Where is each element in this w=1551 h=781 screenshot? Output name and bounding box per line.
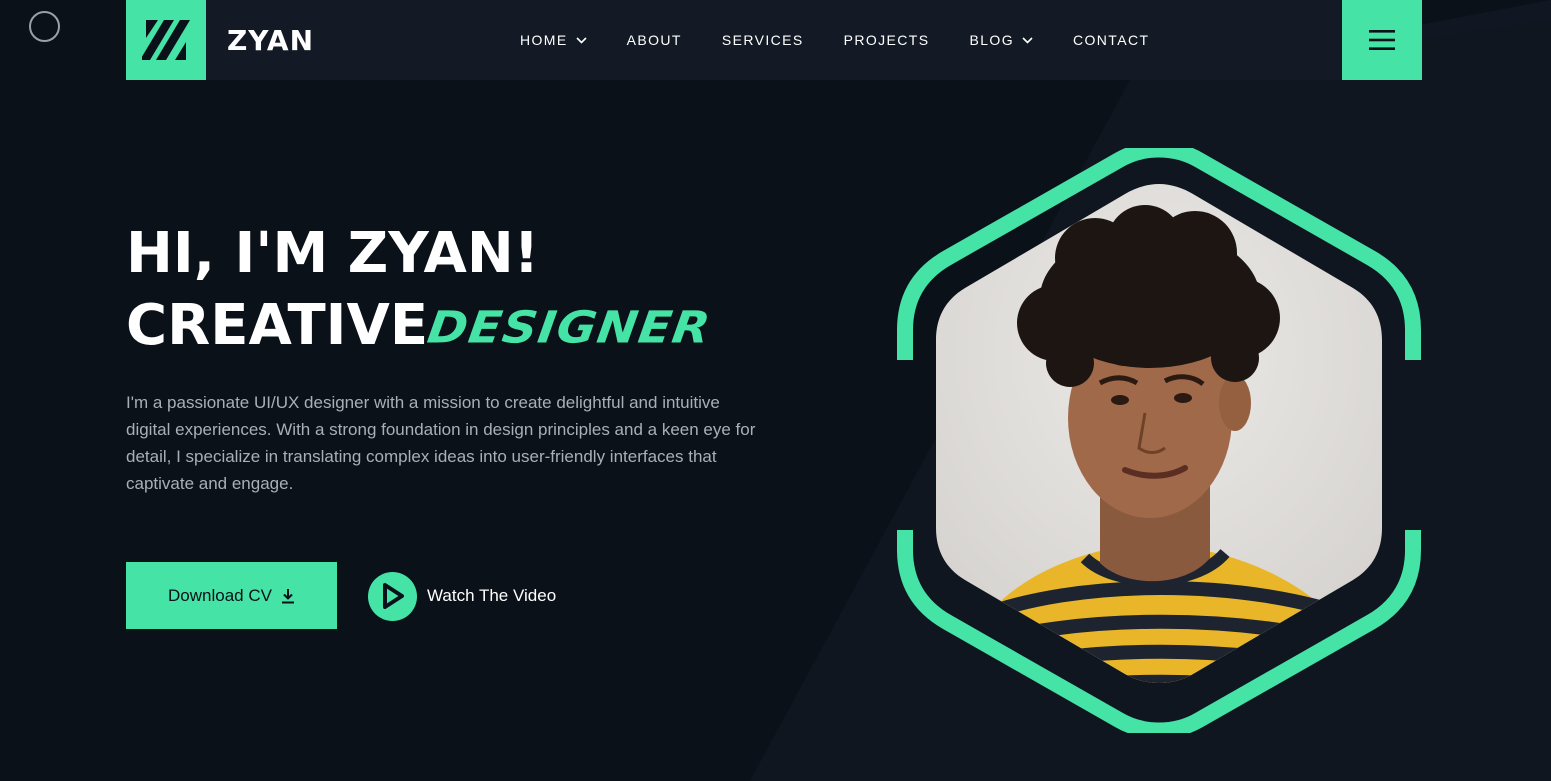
headline-line-1: HI, I'M ZYAN! [126, 221, 540, 286]
menu-button[interactable] [1342, 0, 1422, 80]
nav-item-label: PROJECTS [843, 32, 930, 48]
logo[interactable] [126, 0, 206, 80]
headline-line-2-plain: CREATIVE [126, 293, 429, 358]
nav-item-label: CONTACT [1073, 32, 1150, 48]
watch-video-label: Watch The Video [427, 586, 557, 605]
hero-headline: HI, I'M ZYAN! CREATIVEDESIGNER [126, 218, 714, 364]
play-button[interactable] [368, 571, 417, 621]
nav-item-label: ABOUT [626, 32, 682, 48]
hexagon-frame [897, 141, 1421, 739]
nav-item-blog[interactable]: BLOG [969, 32, 1033, 48]
cursor-ring [29, 11, 60, 42]
chevron-down-icon [576, 36, 587, 44]
nav-item-home[interactable]: HOME [520, 32, 587, 48]
nav-item-services[interactable]: SERVICES [722, 32, 804, 48]
chevron-down-icon [1022, 36, 1033, 44]
nav-item-about[interactable]: ABOUT [627, 32, 682, 48]
brand-name[interactable]: ZYAN [227, 24, 314, 57]
download-icon [281, 588, 295, 604]
hamburger-menu-icon [1369, 30, 1395, 50]
headline-accent-word: DESIGNER [424, 302, 715, 354]
slash-logo-icon [142, 20, 190, 60]
download-cv-label: Download CV [168, 585, 272, 605]
main-nav: HOME ABOUT SERVICES PROJECTS BLOG CONTAC… [520, 0, 1189, 80]
page: ZYAN HOME ABOUT SERVICES PROJECTS BLOG C… [0, 0, 1551, 781]
nav-item-label: HOME [520, 32, 568, 48]
nav-item-label: BLOG [969, 32, 1014, 48]
portrait-frame [895, 141, 1423, 739]
download-cv-button[interactable]: Download CV [126, 562, 337, 629]
nav-item-label: SERVICES [721, 32, 804, 48]
nav-item-projects[interactable]: PROJECTS [844, 32, 930, 48]
play-icon [382, 583, 404, 609]
nav-item-contact[interactable]: CONTACT [1073, 32, 1149, 48]
watch-video-link[interactable]: Watch The Video [368, 571, 556, 621]
site-header: ZYAN HOME ABOUT SERVICES PROJECTS BLOG C… [126, 0, 1422, 80]
hero-bio: I'm a passionate UI/UX designer with a m… [126, 393, 756, 493]
